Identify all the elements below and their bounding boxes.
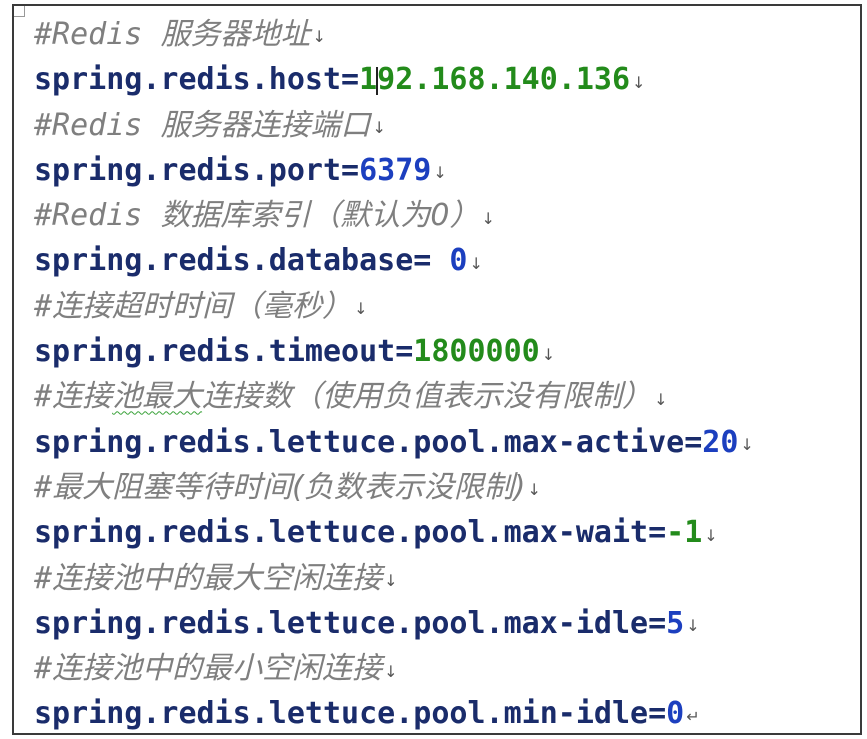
equals-sign: = bbox=[648, 515, 667, 551]
comment-line: #连接超时时间（毫秒） ↓ bbox=[34, 284, 850, 329]
config-text-block[interactable]: #Redis 服务器地址 ↓ spring.redis.host=192.168.1… bbox=[34, 12, 850, 737]
line-break-mark-icon: ↓ bbox=[433, 163, 447, 183]
equals-sign: = bbox=[395, 334, 414, 370]
comment-prefix: #Redis bbox=[34, 17, 161, 52]
property-key: spring.redis.timeout bbox=[34, 334, 396, 370]
line-break-mark-icon: ↓ bbox=[654, 389, 668, 409]
property-line: spring.redis.lettuce.pool.max-active=20 ↓ bbox=[34, 420, 850, 465]
property-key: spring.redis.lettuce.pool.max-wait bbox=[34, 515, 649, 551]
property-value: 1800000 bbox=[413, 334, 540, 370]
text-cursor bbox=[376, 66, 379, 95]
comment-line: #连接池中的最大空闲连接 ↓ bbox=[34, 556, 850, 601]
comment-text: 数据库索引（默认为0） bbox=[160, 198, 480, 234]
property-line: spring.redis.host=192.168.140.136 ↓ bbox=[34, 57, 850, 102]
comment-text: 连接超时时间（毫秒） bbox=[52, 288, 353, 324]
equals-sign: = bbox=[684, 424, 703, 460]
property-value: 5 bbox=[666, 605, 685, 641]
comment-line: #Redis 数据库索引（默认为0） ↓ bbox=[34, 193, 850, 238]
comment-prefix: #Redis bbox=[34, 198, 161, 234]
property-key: spring.redis.lettuce.pool.max-idle bbox=[34, 605, 649, 641]
property-value: -1 bbox=[666, 515, 703, 551]
line-break-mark-icon: ↓ bbox=[632, 72, 646, 92]
equals-sign: = bbox=[648, 696, 667, 732]
comment-prefix: # bbox=[34, 469, 53, 505]
property-line: spring.redis.timeout=1800000 ↓ bbox=[34, 329, 850, 374]
equals-sign: = bbox=[648, 605, 667, 641]
comment-text: 连接池中的最大空闲连接 bbox=[52, 560, 383, 596]
comment-text: 最大阻塞等待时间(负数表示没限制) bbox=[52, 469, 526, 505]
comment-prefix: # bbox=[34, 651, 53, 687]
property-key: spring.redis.lettuce.pool.max-active bbox=[34, 424, 685, 460]
line-break-mark-icon: ↓ bbox=[372, 118, 386, 138]
spellcheck-underline: 池最大 bbox=[112, 379, 203, 415]
property-value: 192.168.140.136 bbox=[359, 62, 631, 98]
property-value: 20 bbox=[702, 424, 739, 460]
property-key: spring.redis.database bbox=[34, 243, 414, 279]
document-frame: #Redis 服务器地址 ↓ spring.redis.host=192.168.1… bbox=[12, 4, 862, 735]
line-break-mark-icon: ↓ bbox=[469, 253, 483, 273]
comment-text: 服务器地址 bbox=[160, 17, 311, 52]
line-break-mark-icon: ↓ bbox=[384, 571, 398, 591]
comment-line: #连接池最大连接数（使用负值表示没有限制） ↓ bbox=[34, 374, 850, 419]
property-key: spring.redis.host bbox=[34, 62, 342, 98]
comment-text: 连接池最大连接数（使用负值表示没有限制） bbox=[52, 379, 653, 415]
comment-line: #最大阻塞等待时间(负数表示没限制) ↓ bbox=[34, 465, 850, 510]
property-line: spring.redis.port=6379 ↓ bbox=[34, 148, 850, 193]
line-break-mark-icon: ↓ bbox=[686, 616, 700, 636]
comment-text: 连接池中的最小空闲连接 bbox=[52, 651, 383, 687]
line-break-mark-icon: ↓ bbox=[481, 208, 495, 228]
equals-sign: = bbox=[341, 152, 360, 188]
property-line: spring.redis.lettuce.pool.max-idle=5 ↓ bbox=[34, 601, 850, 646]
comment-text: 服务器连接端口 bbox=[160, 107, 371, 143]
property-line: spring.redis.lettuce.pool.min-idle=0 ↵ bbox=[34, 691, 850, 736]
comment-line: #Redis 服务器地址 ↓ bbox=[34, 12, 850, 57]
comment-line: #连接池中的最小空闲连接 ↓ bbox=[34, 646, 850, 691]
comment-prefix: #Redis bbox=[34, 107, 161, 143]
paragraph-mark-icon: ↵ bbox=[686, 706, 700, 726]
equals-sign: = bbox=[413, 243, 450, 279]
table-corner-marker bbox=[14, 6, 25, 17]
comment-prefix: # bbox=[34, 379, 53, 415]
comment-prefix: # bbox=[34, 288, 53, 324]
comment-line: #Redis 服务器连接端口 ↓ bbox=[34, 103, 850, 148]
property-value: 0 bbox=[666, 696, 685, 732]
equals-sign: = bbox=[341, 62, 360, 98]
property-key: spring.redis.lettuce.pool.min-idle bbox=[34, 696, 649, 732]
property-key: spring.redis.port bbox=[34, 152, 342, 188]
line-break-mark-icon: ↓ bbox=[384, 661, 398, 681]
comment-prefix: # bbox=[34, 560, 53, 596]
property-line: spring.redis.database= 0 ↓ bbox=[34, 238, 850, 283]
line-break-mark-icon: ↓ bbox=[704, 525, 718, 545]
line-break-mark-icon: ↓ bbox=[354, 299, 368, 319]
property-value: 6379 bbox=[359, 152, 432, 188]
property-value: 0 bbox=[449, 243, 468, 279]
line-break-mark-icon: ↓ bbox=[541, 344, 556, 364]
property-line: spring.redis.lettuce.pool.max-wait=-1 ↓ bbox=[34, 510, 850, 555]
line-break-mark-icon: ↓ bbox=[740, 435, 754, 455]
line-break-mark-icon: ↓ bbox=[527, 480, 541, 500]
line-break-mark-icon: ↓ bbox=[312, 27, 326, 47]
